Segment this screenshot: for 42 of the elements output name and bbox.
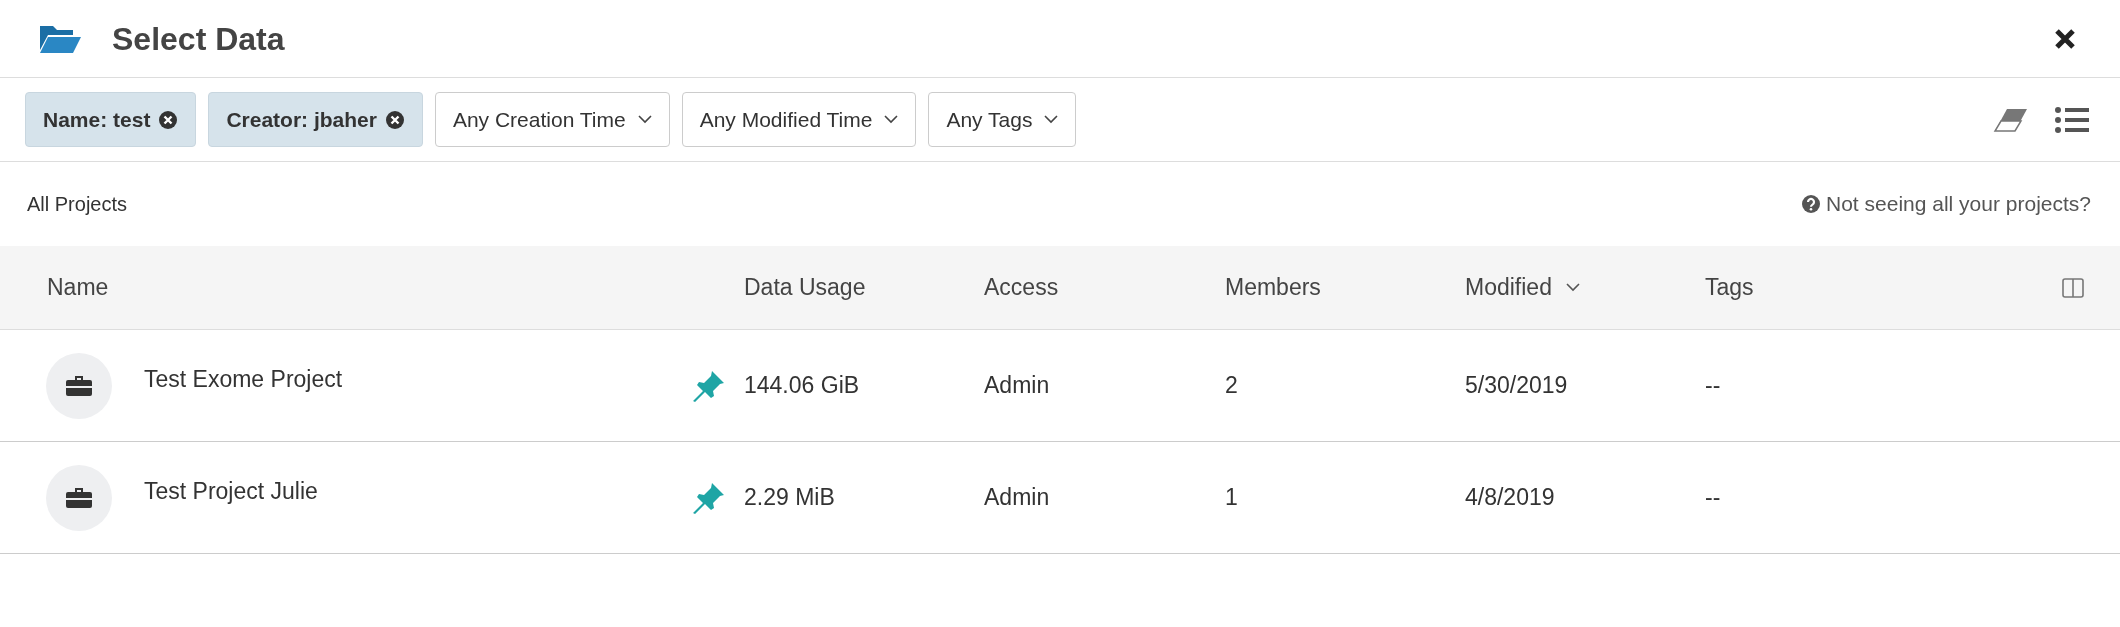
filter-dropdown[interactable]: Any Tags — [928, 92, 1077, 147]
chevron-down-icon — [1044, 115, 1059, 124]
data-usage-cell: 2.29 MiB — [744, 484, 835, 511]
filter-chip[interactable]: Name: test — [25, 92, 197, 147]
access-cell: Admin — [984, 484, 1050, 511]
help-link[interactable]: Not seeing all your projects? — [1802, 188, 2093, 220]
modified-cell: 5/30/2019 — [1465, 372, 1568, 399]
pin-icon[interactable] — [692, 368, 726, 403]
tags-cell: -- — [1705, 484, 1721, 511]
tags-cell: -- — [1705, 372, 1721, 399]
members-cell: 1 — [1225, 484, 1238, 511]
column-header[interactable]: Tags — [1705, 270, 1754, 305]
filter-dropdown[interactable]: Any Modified Time — [681, 92, 917, 147]
folder-icon — [38, 23, 82, 54]
columns-icon[interactable] — [2062, 277, 2084, 298]
column-header[interactable]: Data Usage — [744, 270, 866, 305]
chevron-down-icon — [637, 115, 652, 124]
briefcase-icon — [65, 374, 93, 397]
column-header[interactable]: Members — [1225, 270, 1321, 305]
filter-dropdown[interactable]: Any Creation Time — [434, 92, 670, 147]
dialog-title: Select Data — [112, 19, 285, 59]
data-usage-cell: 144.06 GiB — [744, 372, 860, 399]
project-name[interactable]: Test Exome Project — [144, 362, 343, 397]
modified-cell: 4/8/2019 — [1465, 484, 1555, 511]
list-icon[interactable] — [2055, 106, 2089, 133]
filter-chip[interactable]: Creator: jbaher — [208, 92, 423, 147]
close-icon — [2054, 27, 2076, 50]
members-cell: 2 — [1225, 372, 1238, 399]
pin-icon[interactable] — [692, 480, 726, 515]
column-header[interactable]: Access — [984, 270, 1059, 305]
access-cell: Admin — [984, 372, 1050, 399]
close-button[interactable] — [2054, 27, 2076, 50]
chevron-down-icon — [884, 115, 899, 124]
section-title: All Projects — [27, 192, 128, 217]
remove-icon — [158, 109, 179, 130]
briefcase-icon — [65, 486, 93, 509]
column-header[interactable]: Modified — [1465, 270, 1580, 305]
remove-icon — [384, 109, 405, 130]
project-name[interactable]: Test Project Julie — [144, 474, 318, 509]
question-icon — [1802, 195, 1820, 213]
eraser-icon[interactable] — [1993, 106, 2029, 133]
column-header[interactable]: Name — [47, 270, 109, 305]
